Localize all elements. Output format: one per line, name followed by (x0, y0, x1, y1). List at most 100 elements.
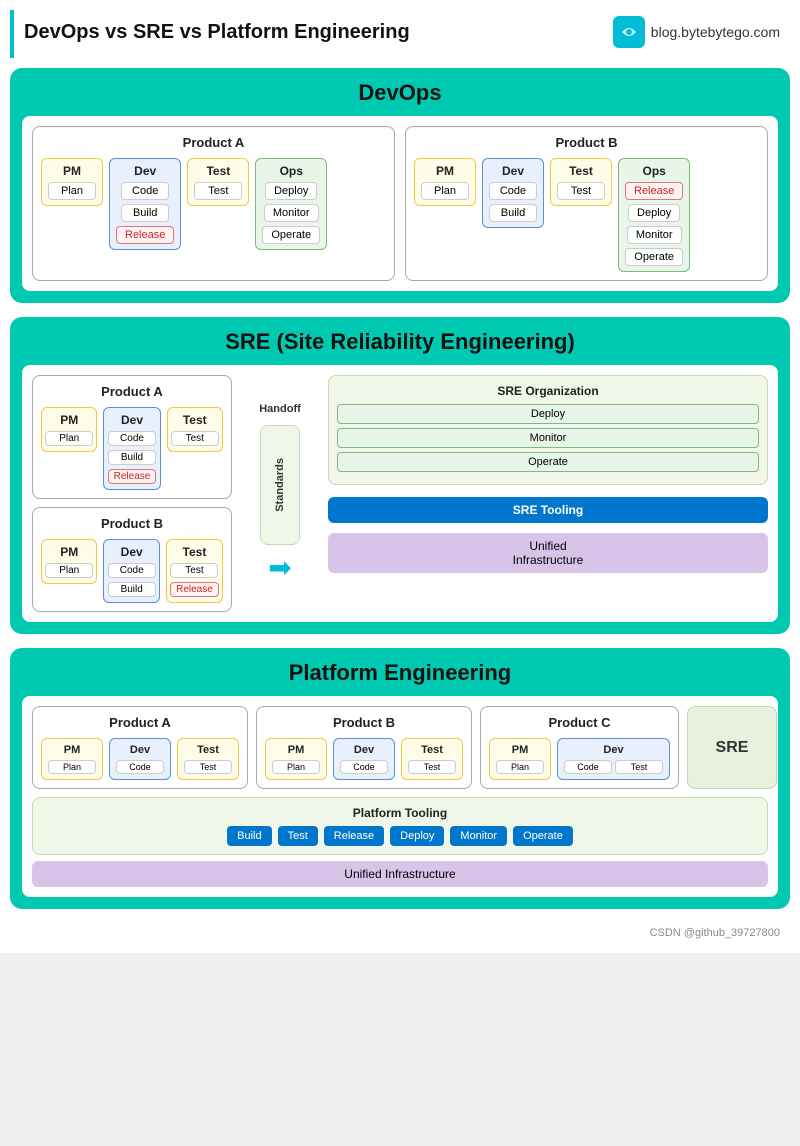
devops-section: DevOps Product A PM Plan Dev (10, 68, 790, 303)
header: DevOps vs SRE vs Platform Engineering bl… (10, 10, 790, 58)
sre-standards-text: Standards (274, 458, 286, 512)
sre-b-dev: Dev Code Build (103, 539, 159, 603)
platform-products-row: Product A PM Plan Dev Code Test Test (32, 706, 768, 789)
sre-product-a-title: Product A (41, 384, 223, 399)
platform-b-test: Test Test (401, 738, 463, 780)
sre-infra: UnifiedInfrastructure (328, 533, 768, 573)
devops-a-dev-release: Release (116, 226, 174, 244)
platform-product-a: Product A PM Plan Dev Code Test Test (32, 706, 248, 789)
sre-arrow-icon: ➡ (268, 551, 291, 584)
devops-a-ops-deploy: Deploy (265, 182, 317, 200)
platform-a-test: Test Test (177, 738, 239, 780)
devops-product-b: Product B PM Plan Dev Code Build (405, 126, 768, 281)
platform-a-dev-code: Code (116, 760, 164, 774)
sre-section: SRE (Site Reliability Engineering) Produ… (10, 317, 790, 634)
footer: CSDN @github_39727800 (10, 923, 790, 943)
sre-b-roles: PM Plan Dev Code Build Test Test (41, 539, 223, 603)
devops-b-dev-box: Dev Code Build (482, 158, 544, 228)
page-title: DevOps vs SRE vs Platform Engineering (24, 21, 410, 44)
sre-a-dev-label: Dev (121, 413, 143, 427)
sre-a-dev: Dev Code Build Release (103, 407, 160, 490)
platform-a-dev: Dev Code (109, 738, 171, 780)
sre-b-test-label: Test (183, 545, 207, 559)
devops-b-dev-label: Dev (502, 164, 524, 178)
devops-title: DevOps (22, 80, 778, 106)
sre-product-a: Product A PM Plan Dev Code Build Release (32, 375, 232, 499)
sre-products: Product A PM Plan Dev Code Build Release (32, 375, 232, 612)
sre-content: Product A PM Plan Dev Code Build Release (32, 375, 768, 612)
devops-product-a-roles: PM Plan Dev Code Build Release Test (41, 158, 386, 250)
sre-b-pm-label: PM (60, 545, 78, 559)
sre-handoff-label: Handoff (259, 403, 301, 415)
platform-b-pm-plan: Plan (272, 760, 320, 774)
sre-org-monitor: Monitor (337, 428, 759, 448)
sre-inner: Product A PM Plan Dev Code Build Release (22, 365, 778, 622)
platform-section: Platform Engineering Product A PM Plan D… (10, 648, 790, 909)
platform-c-pm-label: PM (512, 744, 529, 756)
devops-a-pm-label: PM (63, 164, 81, 178)
sre-a-pm-label: PM (60, 413, 78, 427)
sre-a-dev-code: Code (108, 431, 156, 446)
devops-b-pm-label: PM (436, 164, 454, 178)
platform-b-roles: PM Plan Dev Code Test Test (265, 738, 463, 780)
sre-b-test-task: Test (170, 563, 218, 578)
sre-tooling: SRE Tooling (328, 497, 768, 523)
devops-a-pm-box: PM Plan (41, 158, 103, 206)
platform-b-pm: PM Plan (265, 738, 327, 780)
devops-products-row: Product A PM Plan Dev Code Build Release (32, 126, 768, 281)
devops-a-dev-box: Dev Code Build Release (109, 158, 181, 250)
devops-a-dev-build: Build (121, 204, 169, 222)
platform-product-b: Product B PM Plan Dev Code Test Test (256, 706, 472, 789)
sre-title: SRE (Site Reliability Engineering) (22, 329, 778, 355)
sre-org-box: SRE Organization Deploy Monitor Operate (328, 375, 768, 485)
devops-a-dev-code: Code (121, 182, 169, 200)
sre-product-b-title: Product B (41, 516, 223, 531)
devops-a-test-label: Test (206, 164, 230, 178)
sre-a-dev-build: Build (108, 450, 156, 465)
sre-a-test-label: Test (183, 413, 207, 427)
devops-product-b-roles: PM Plan Dev Code Build Test Test (414, 158, 759, 272)
sre-standards-box: Standards (260, 425, 300, 545)
platform-a-test-label: Test (197, 744, 219, 756)
platform-title: Platform Engineering (22, 660, 778, 686)
platform-b-dev: Dev Code (333, 738, 395, 780)
devops-b-ops-monitor: Monitor (627, 226, 682, 244)
devops-product-a-title: Product A (41, 135, 386, 150)
platform-b-test-label: Test (421, 744, 443, 756)
devops-b-test-task: Test (557, 182, 605, 200)
devops-inner: Product A PM Plan Dev Code Build Release (22, 116, 778, 291)
logo-text: blog.bytebytego.com (651, 24, 780, 40)
platform-inner: Product A PM Plan Dev Code Test Test (22, 696, 778, 897)
devops-b-ops-deploy: Deploy (628, 204, 680, 222)
sre-b-pm-plan: Plan (45, 563, 93, 578)
sre-a-test: Test Test (167, 407, 223, 452)
devops-product-a: Product A PM Plan Dev Code Build Release (32, 126, 395, 281)
logo-icon (613, 16, 645, 48)
platform-tool-build: Build (227, 826, 271, 846)
devops-a-dev-label: Dev (134, 164, 156, 178)
devops-a-ops-box: Ops Deploy Monitor Operate (255, 158, 327, 250)
platform-b-dev-code: Code (340, 760, 388, 774)
platform-c-dev-code: Code (564, 760, 612, 774)
sre-b-pm: PM Plan (41, 539, 97, 584)
platform-infra: Unified Infrastructure (32, 861, 768, 887)
devops-a-test-task: Test (194, 182, 242, 200)
devops-a-test-box: Test Test (187, 158, 249, 206)
sre-a-dev-release: Release (108, 469, 157, 484)
platform-a-pm-label: PM (64, 744, 81, 756)
platform-a-test-task: Test (184, 760, 232, 774)
sre-b-dev-build: Build (108, 582, 156, 597)
platform-sre-box: SRE (687, 706, 777, 789)
platform-b-test-task: Test (408, 760, 456, 774)
sre-b-dev-label: Dev (121, 545, 143, 559)
devops-b-ops-release: Release (625, 182, 683, 200)
platform-c-pm: PM Plan (489, 738, 551, 780)
platform-tooling: Platform Tooling Build Test Release Depl… (32, 797, 768, 855)
sre-org-title: SRE Organization (337, 384, 759, 398)
page: DevOps vs SRE vs Platform Engineering bl… (0, 0, 800, 953)
devops-b-ops-label: Ops (643, 164, 666, 178)
platform-c-roles: PM Plan Dev Code Test (489, 738, 670, 780)
devops-a-ops-operate: Operate (262, 226, 320, 244)
platform-sre-label: SRE (716, 739, 749, 757)
sre-product-b: Product B PM Plan Dev Code Build (32, 507, 232, 612)
